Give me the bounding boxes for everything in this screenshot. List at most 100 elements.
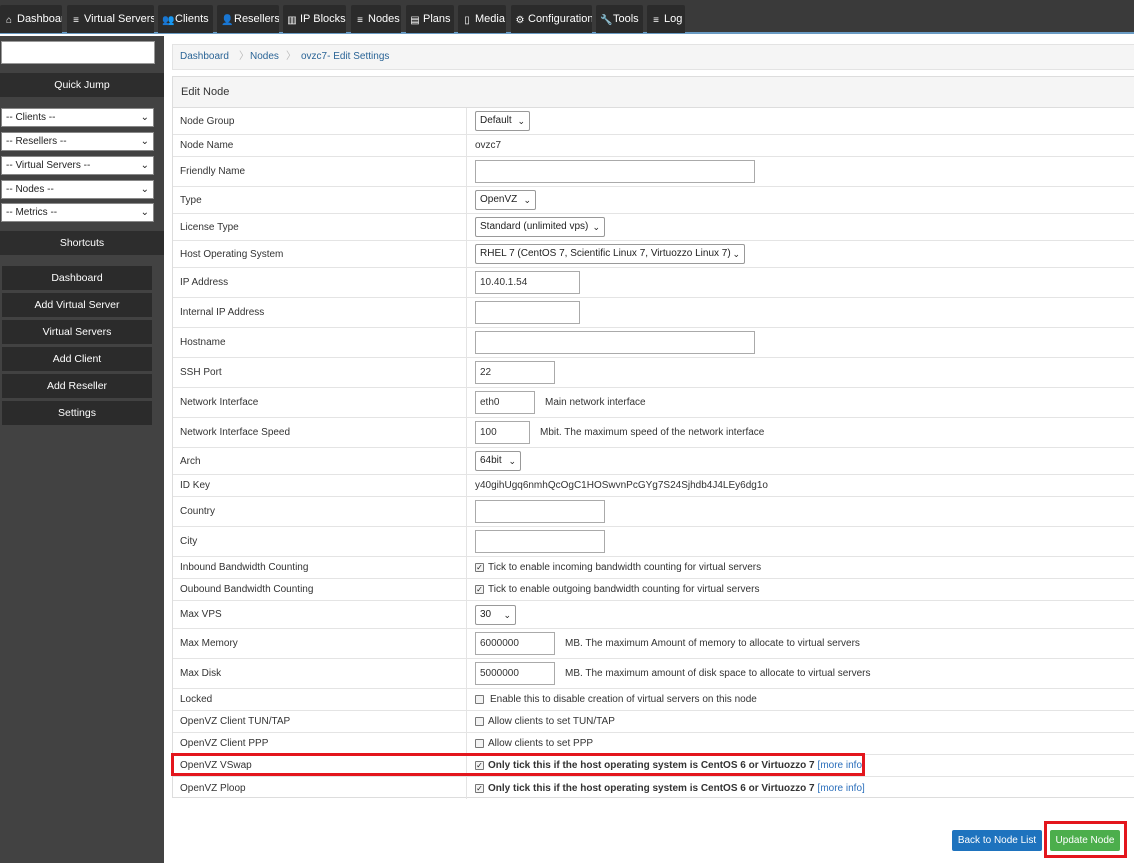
row-country: Country <box>173 497 1134 527</box>
ssh-port-input[interactable]: 22 <box>475 361 555 384</box>
shortcut-virtual-servers[interactable]: Virtual Servers <box>2 320 152 344</box>
max-disk-input[interactable]: 5000000 <box>475 662 555 685</box>
select-value: Standard (unlimited vps) <box>480 221 589 232</box>
sidebar-search-input[interactable] <box>1 41 155 64</box>
shortcut-add-reseller[interactable]: Add Reseller <box>2 374 152 398</box>
network-speed-input[interactable]: 100 <box>475 421 530 444</box>
chevron-down-icon: ⌄ <box>140 112 149 123</box>
select-label: -- Metrics -- <box>6 207 58 218</box>
node-name-value: ovzc7 <box>475 140 502 151</box>
type-select[interactable]: OpenVZ ⌄ <box>475 190 536 210</box>
nav-tab-dashboard[interactable]: ⌂ Dashboard <box>0 5 62 33</box>
quick-jump-virtual-servers-select[interactable]: -- Virtual Servers -- ⌄ <box>1 156 154 175</box>
quick-jump-nodes-select[interactable]: -- Nodes -- ⌄ <box>1 180 154 199</box>
select-value: RHEL 7 (CentOS 7, Scientific Linux 7, Vi… <box>480 248 731 259</box>
chevron-down-icon: ⌄ <box>503 609 511 620</box>
back-to-node-list-button[interactable]: Back to Node List <box>952 830 1042 851</box>
row-tun-tap: OpenVZ Client TUN/TAP Allow clients to s… <box>173 711 1134 733</box>
select-value: OpenVZ <box>480 194 518 205</box>
max-memory-input[interactable]: 6000000 <box>475 632 555 655</box>
shortcut-settings[interactable]: Settings <box>2 401 152 425</box>
nav-tab-virtual-servers[interactable]: ≡ Virtual Servers <box>67 5 154 33</box>
select-value: Default <box>480 115 512 126</box>
nav-label: IP Blocks <box>300 13 346 25</box>
breadcrumb-separator: 〉 <box>239 51 249 62</box>
license-type-select[interactable]: Standard (unlimited vps) ⌄ <box>475 217 605 237</box>
max-vps-select[interactable]: 30 ⌄ <box>475 604 516 625</box>
field-label: IP Address <box>173 268 467 297</box>
field-hint: Main network interface <box>545 397 646 408</box>
tun-tap-checkbox[interactable] <box>475 717 484 726</box>
sidebar: Quick Jump -- Clients -- ⌄ -- Resellers -… <box>0 36 164 863</box>
hostname-input[interactable] <box>475 331 755 354</box>
breadcrumb-current: ovzc7- Edit Settings <box>301 51 390 62</box>
field-label: Locked <box>173 689 467 710</box>
quick-jump-metrics-select[interactable]: -- Metrics -- ⌄ <box>1 203 154 222</box>
field-hint: MB. The maximum amount of disk space to … <box>565 668 871 679</box>
breadcrumb-nodes[interactable]: Nodes <box>250 45 279 69</box>
select-value: 30 <box>480 608 492 620</box>
nav-tab-plans[interactable]: ▤ Plans <box>406 5 454 33</box>
chevron-down-icon: ⌄ <box>140 160 149 171</box>
shortcut-add-virtual-server[interactable]: Add Virtual Server <box>2 293 152 317</box>
nav-label: Configuration <box>528 13 592 25</box>
field-label: City <box>173 527 467 556</box>
nav-tab-tools[interactable]: 🔧Tools <box>596 5 643 33</box>
arch-select[interactable]: 64bit ⌄ <box>475 451 521 471</box>
friendly-name-input[interactable] <box>475 160 755 183</box>
ppp-checkbox[interactable] <box>475 739 484 748</box>
select-label: -- Clients -- <box>6 112 56 123</box>
ip-address-input[interactable]: 10.40.1.54 <box>475 271 580 294</box>
internal-ip-input[interactable] <box>475 301 580 324</box>
nav-label: Nodes <box>368 13 400 25</box>
chevron-down-icon: ⌄ <box>140 207 149 218</box>
inbound-bandwidth-checkbox[interactable]: ✓ <box>475 563 484 572</box>
breadcrumb-dashboard[interactable]: Dashboard <box>180 45 229 69</box>
chevron-down-icon: ⌄ <box>140 136 149 147</box>
chevron-down-icon: ⌄ <box>508 456 516 466</box>
field-label: Oubound Bandwidth Counting <box>173 579 467 600</box>
host-os-select[interactable]: RHEL 7 (CentOS 7, Scientific Linux 7, Vi… <box>475 244 745 264</box>
shortcut-dashboard[interactable]: Dashboard <box>2 266 152 290</box>
country-input[interactable] <box>475 500 605 523</box>
quick-jump-heading: Quick Jump <box>0 73 164 97</box>
row-host-os: Host Operating System RHEL 7 (CentOS 7, … <box>173 241 1134 268</box>
field-label: Arch <box>173 448 467 474</box>
gear-icon: ⚙ <box>515 15 525 26</box>
node-group-select[interactable]: Default ⌄ <box>475 111 530 131</box>
row-internal-ip: Internal IP Address <box>173 298 1134 328</box>
ploop-checkbox[interactable]: ✓ <box>475 783 484 793</box>
wrench-icon: 🔧 <box>600 15 613 26</box>
checkbox-text: Allow clients to set PPP <box>488 738 594 749</box>
outbound-bandwidth-checkbox[interactable]: ✓ <box>475 585 484 594</box>
quick-jump-resellers-select[interactable]: -- Resellers -- ⌄ <box>1 132 154 151</box>
nav-tab-media[interactable]: ▯ Media <box>458 5 506 33</box>
nav-tab-resellers[interactable]: 👤Resellers <box>217 5 279 33</box>
nav-tab-configuration[interactable]: ⚙ Configuration <box>511 5 592 33</box>
list-icon: ≡ <box>73 15 79 26</box>
nav-label: Log <box>664 13 683 25</box>
home-icon: ⌂ <box>5 15 13 26</box>
shortcut-add-client[interactable]: Add Client <box>2 347 152 371</box>
main-content: Dashboard 〉 Nodes 〉 ovzc7- Edit Settings… <box>164 36 1134 863</box>
city-input[interactable] <box>475 530 605 553</box>
row-ppp: OpenVZ Client PPP Allow clients to set P… <box>173 733 1134 755</box>
row-max-memory: Max Memory 6000000 MB. The maximum Amount… <box>173 629 1134 659</box>
nav-tab-nodes[interactable]: ≡ Nodes <box>351 5 401 33</box>
breadcrumb: Dashboard 〉 Nodes 〉 ovzc7- Edit Settings <box>172 44 1134 70</box>
nav-label: Virtual Servers <box>84 13 154 25</box>
nav-tab-clients[interactable]: 👥Clients <box>158 5 213 33</box>
nav-label: Plans <box>423 13 451 25</box>
top-nav: ⌂ Dashboard ≡ Virtual Servers 👥Clients 👤Re… <box>0 0 1134 34</box>
row-arch: Arch 64bit ⌄ <box>173 448 1134 475</box>
field-label: Country <box>173 497 467 526</box>
more-info-link[interactable]: [more info] <box>818 783 865 794</box>
network-interface-input[interactable]: eth0 <box>475 391 535 414</box>
panel-title: Edit Node <box>173 77 1134 108</box>
locked-checkbox[interactable] <box>475 695 484 704</box>
nav-tab-ip-blocks[interactable]: ▥ IP Blocks <box>283 5 346 33</box>
nav-tab-log[interactable]: ≡ Log <box>647 5 685 33</box>
quick-jump-clients-select[interactable]: -- Clients -- ⌄ <box>1 108 154 127</box>
id-key-value: y40gihUgq6nmhQcOgC1HOSwvnPcGYg7S24Sjhdb4… <box>475 480 768 491</box>
field-label: Inbound Bandwidth Counting <box>173 557 467 578</box>
